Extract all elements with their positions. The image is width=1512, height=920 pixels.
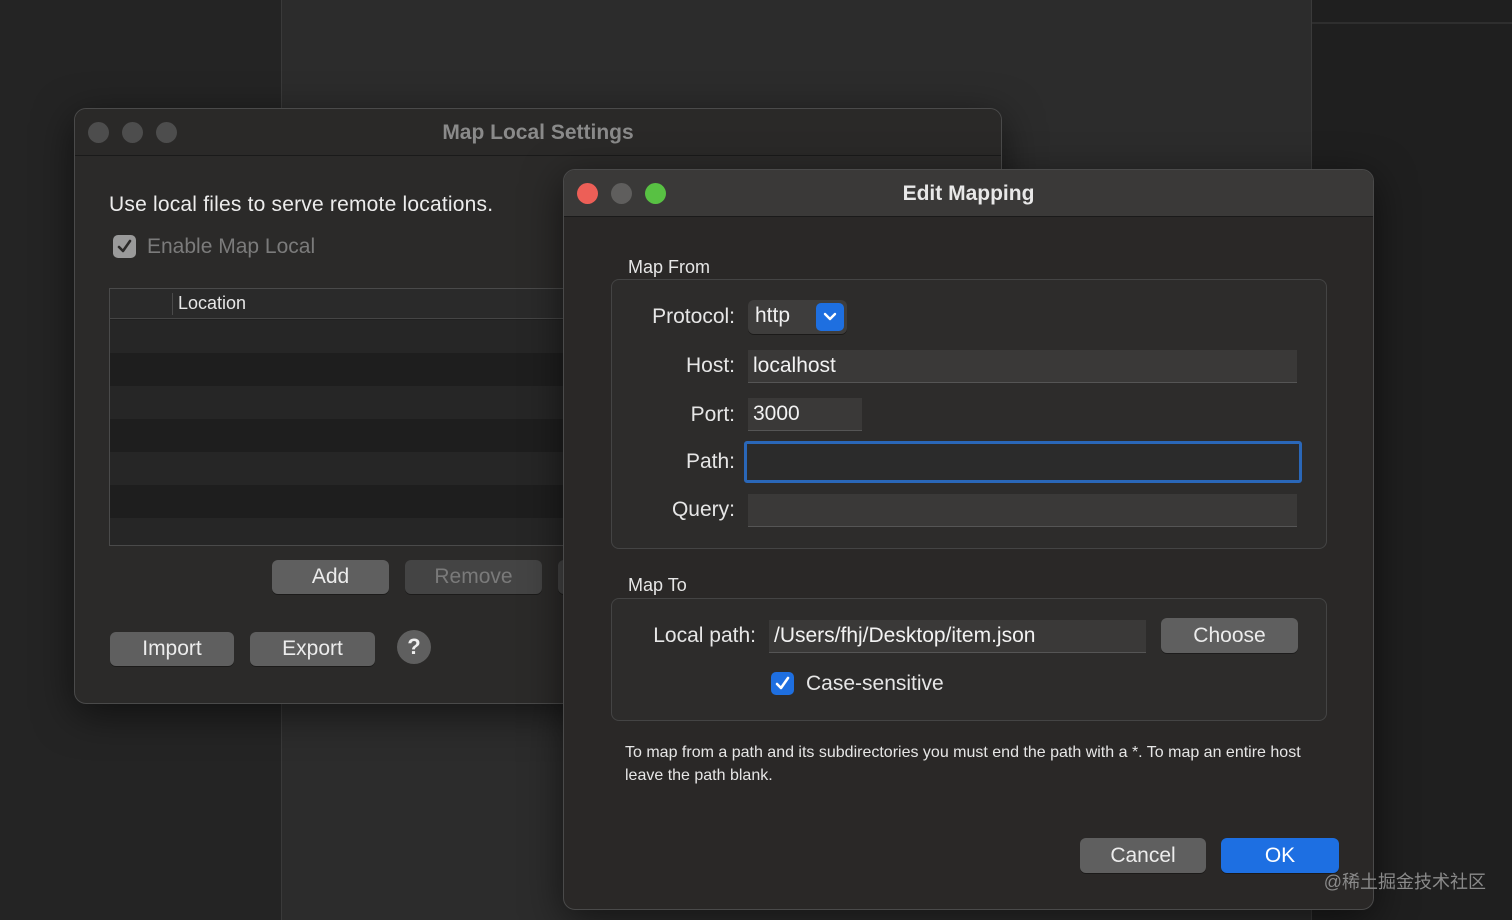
checkmark-icon (117, 239, 132, 253)
local-path-input[interactable]: /Users/fhj/Desktop/item.json (769, 620, 1146, 653)
background-divider (1312, 22, 1512, 24)
table-row[interactable] (110, 353, 568, 386)
export-button[interactable]: Export (250, 632, 375, 666)
watermark: @稀土掘金技术社区 (1323, 872, 1486, 892)
help-button[interactable]: ? (397, 630, 431, 664)
chevron-down-icon (816, 303, 844, 331)
cancel-button[interactable]: Cancel (1080, 838, 1206, 873)
checkmark-icon (775, 676, 790, 690)
local-path-label: Local path: (653, 624, 756, 647)
protocol-value: http (755, 304, 791, 327)
add-button[interactable]: Add (272, 560, 389, 594)
path-label: Path: (685, 450, 735, 473)
import-button[interactable]: Import (110, 632, 234, 666)
protocol-select[interactable]: http (748, 300, 847, 334)
query-input[interactable] (748, 494, 1297, 527)
path-input[interactable] (744, 441, 1302, 483)
enable-map-local-label: Enable Map Local (147, 235, 316, 258)
case-sensitive-checkbox[interactable] (771, 672, 794, 695)
table-row[interactable] (110, 452, 568, 485)
ok-button[interactable]: OK (1221, 838, 1339, 873)
host-input[interactable]: localhost (748, 350, 1297, 383)
table-row[interactable] (110, 419, 568, 452)
query-label: Query: (671, 498, 735, 521)
edit-mapping-window: Edit Mapping Map From Protocol: http Hos… (563, 169, 1374, 910)
column-separator (172, 293, 173, 315)
description-text: Use local files to serve remote location… (109, 193, 494, 216)
host-label: Host: (685, 354, 735, 377)
map-to-label: Map To (628, 575, 687, 595)
table-row[interactable] (110, 518, 568, 545)
table-row[interactable] (110, 386, 568, 419)
help-text: To map from a path and its subdirectorie… (625, 744, 1301, 784)
column-header-location[interactable]: Location (178, 293, 246, 314)
port-label: Port: (690, 403, 735, 426)
edit-mapping-titlebar[interactable]: Edit Mapping (564, 170, 1373, 217)
window-title: Edit Mapping (902, 182, 1035, 205)
window-title: Map Local Settings (442, 121, 634, 144)
map-from-label: Map From (628, 257, 711, 277)
port-input[interactable]: 3000 (748, 398, 862, 431)
location-table[interactable]: Location (109, 288, 569, 546)
remove-button[interactable]: Remove (405, 560, 542, 594)
map-to-group (611, 598, 1327, 721)
enable-map-local-checkbox[interactable] (113, 235, 136, 258)
protocol-label: Protocol: (652, 305, 735, 328)
map-local-titlebar[interactable]: Map Local Settings (75, 109, 1001, 156)
choose-button[interactable]: Choose (1161, 618, 1298, 653)
table-row[interactable] (110, 320, 568, 353)
table-header: Location (110, 289, 568, 319)
case-sensitive-label: Case-sensitive (806, 672, 944, 695)
table-row[interactable] (110, 485, 568, 518)
